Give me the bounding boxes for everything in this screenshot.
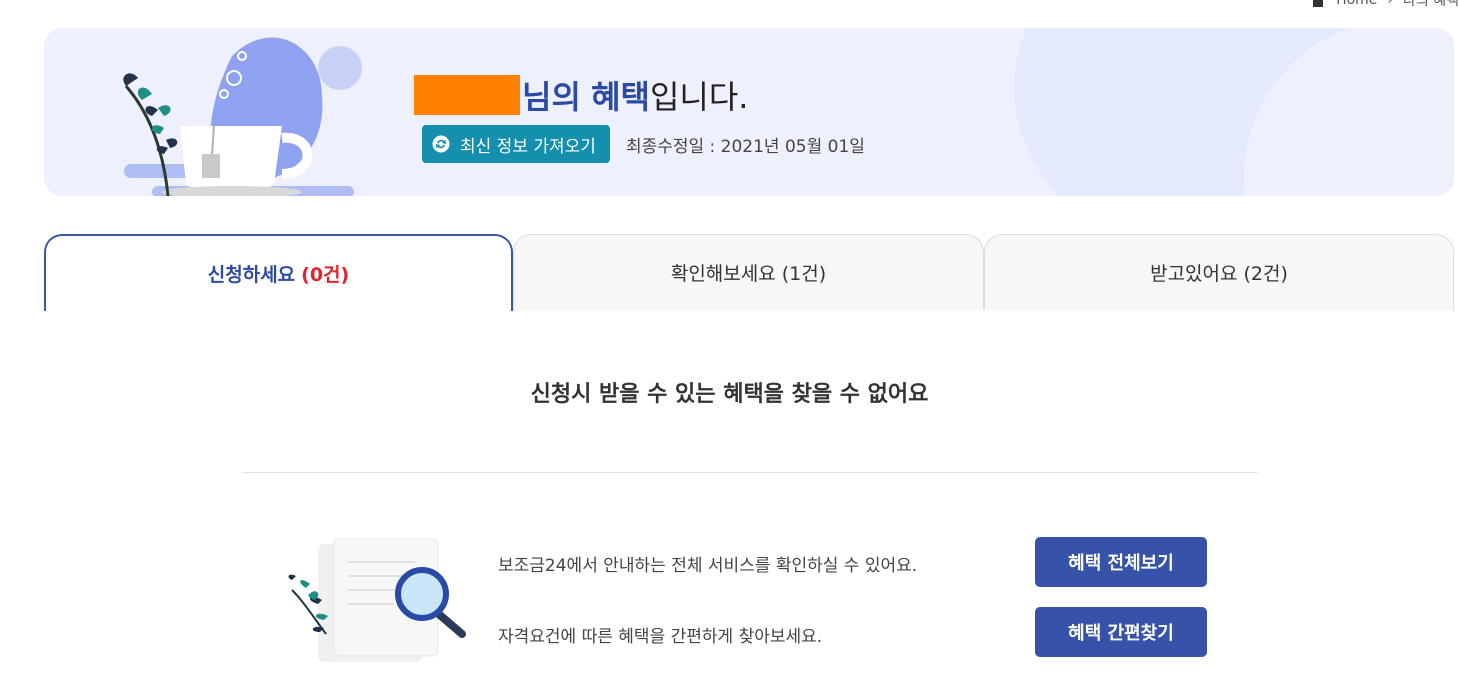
tab-apply-label: 신청하세요 [207,264,296,286]
tab-check-label: 확인해보세요 [670,263,776,285]
tab-check-count: (1건) [781,263,827,285]
modified-date: 최종수정일 : 2021년 05월 01일 [625,136,865,157]
benefit-tabs: 신청하세요 (0건) 확인해보세요 (1건) 받고있어요 (2건) [44,234,1454,311]
tab-apply-count: (0건) [301,264,350,286]
info-all-services: 보조금24에서 안내하는 전체 서비스를 확인하실 수 있어요. [498,556,918,576]
refresh-label: 최신 정보 가져오기 [460,136,596,157]
home-icon[interactable] [1310,0,1327,7]
divider [242,472,1258,473]
easy-find-benefits-button[interactable]: 혜택 간편찾기 [1035,607,1207,657]
refresh-icon [432,135,450,153]
info-easy-find: 자격요건에 따른 혜택을 간편하게 찾아보세요. [498,627,823,647]
greeting-particle [581,78,591,116]
breadcrumb: Home › 나의 혜택 [1310,0,1459,10]
document-search-illustration [288,538,466,662]
greeting-emphasis: 혜택 [591,78,650,116]
tea-cup-illustration [123,37,362,196]
tab-apply[interactable]: 신청하세요 (0건) [44,234,513,311]
redacted-name [414,75,520,115]
breadcrumb-home[interactable]: Home [1336,0,1377,8]
view-all-benefits-button[interactable]: 혜택 전체보기 [1035,537,1207,587]
tab-receiving[interactable]: 받고있어요 (2건) [984,234,1454,310]
breadcrumb-current: 나의 혜택 [1403,0,1459,9]
greeting-end: 입니다. [649,78,749,116]
greeting-title: 님의 혜택 입니다. [414,72,748,118]
chevron-right-icon: › [1387,0,1394,8]
greeting-suffix: 님의 [522,78,581,116]
hero-banner: 님의 혜택 입니다. 최신 정보 가져오기 최종수정일 : 2021년 05월 0… [44,28,1454,196]
empty-message: 신청시 받을 수 있는 혜택을 찾을 수 없어요 [530,382,929,407]
tab-check[interactable]: 확인해보세요 (1건) [513,234,984,310]
refresh-button[interactable]: 최신 정보 가져오기 [422,125,610,163]
tab-receiving-label: 받고있어요 [1150,263,1238,285]
tab-receiving-count: (2건) [1243,263,1288,285]
refresh-row: 최신 정보 가져오기 최종수정일 : 2021년 05월 01일 [422,125,865,163]
